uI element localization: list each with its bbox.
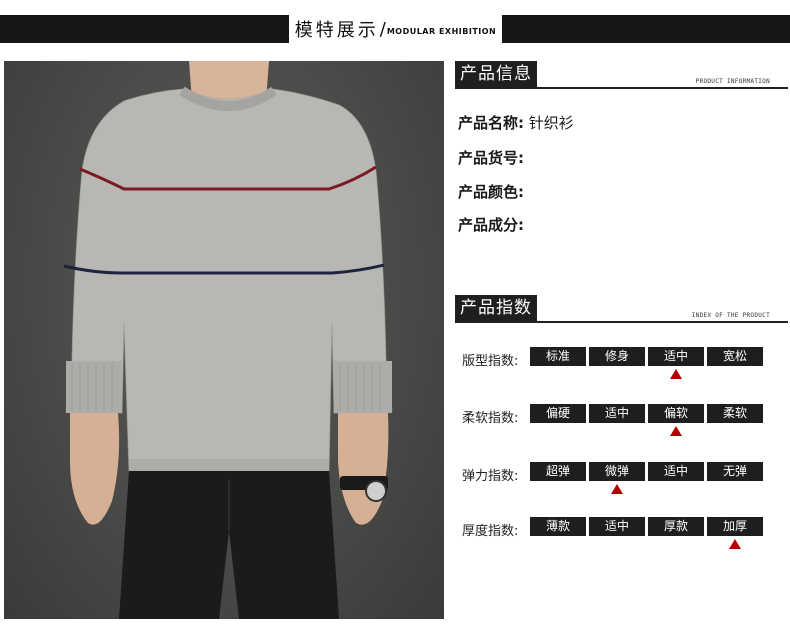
- product-info-header: 产品信息 PRODUCT INFORMATION: [455, 61, 788, 89]
- index-option: 修身: [589, 347, 645, 366]
- banner-title-en: MODULAR EXHIBITION: [386, 26, 497, 36]
- product-info-subtitle: PRODUCT INFORMATION: [695, 78, 770, 85]
- index-option: 标准: [530, 347, 586, 366]
- index-row-softness: 柔软指数: 偏硬 适中 偏软 柔软: [462, 404, 782, 444]
- product-info-divider: [455, 87, 788, 89]
- index-marker-icon: [611, 484, 623, 494]
- index-row-label: 版型指数:: [462, 354, 519, 369]
- index-option: 无弹: [707, 462, 763, 481]
- page-banner: 模特展示 / MODULAR EXHIBITION: [0, 15, 790, 43]
- index-option: 宽松: [707, 347, 763, 366]
- index-row-fit: 版型指数: 标准 修身 适中 宽松: [462, 347, 782, 387]
- info-label: 产品名称:: [458, 114, 524, 132]
- model-photo: [4, 61, 444, 619]
- index-option: 适中: [648, 462, 704, 481]
- info-label: 产品成分:: [458, 216, 524, 234]
- index-row-label: 弹力指数:: [462, 469, 519, 484]
- product-info-title: 产品信息: [455, 61, 537, 88]
- index-row-thickness: 厚度指数: 薄款 适中 厚款 加厚: [462, 517, 782, 557]
- index-option: 适中: [589, 404, 645, 423]
- banner-bar-left: [0, 15, 289, 43]
- index-option: 超弹: [530, 462, 586, 481]
- index-option: 适中: [589, 517, 645, 536]
- product-index-header: 产品指数 INDEX OF THE PRODUCT: [455, 295, 788, 323]
- index-marker-icon: [670, 369, 682, 379]
- banner-title-cn: 模特展示: [294, 20, 379, 41]
- index-row-label: 柔软指数:: [462, 411, 519, 426]
- index-option: 厚款: [648, 517, 704, 536]
- banner-title: 模特展示 / MODULAR EXHIBITION: [289, 15, 502, 43]
- index-option: 薄款: [530, 517, 586, 536]
- product-index-title: 产品指数: [455, 295, 537, 322]
- index-option: 偏硬: [530, 404, 586, 423]
- info-row-composition: 产品成分:: [458, 214, 524, 235]
- product-index-divider: [455, 321, 788, 323]
- banner-bar-right: [502, 15, 790, 43]
- info-row-sku: 产品货号:: [458, 147, 524, 168]
- index-row-elasticity: 弹力指数: 超弹 微弹 适中 无弹: [462, 462, 782, 502]
- index-option: 偏软: [648, 404, 704, 423]
- model-illustration: [63, 61, 393, 619]
- info-label: 产品货号:: [458, 149, 524, 167]
- index-option: 加厚: [707, 517, 763, 536]
- index-option: 适中: [648, 347, 704, 366]
- banner-slash: /: [379, 18, 386, 40]
- index-row-label: 厚度指数:: [462, 524, 519, 539]
- info-row-name: 产品名称: 针织衫: [458, 112, 574, 133]
- info-row-color: 产品颜色:: [458, 181, 524, 202]
- index-marker-icon: [670, 426, 682, 436]
- index-marker-icon: [729, 539, 741, 549]
- info-label: 产品颜色:: [458, 183, 524, 201]
- product-index-subtitle: INDEX OF THE PRODUCT: [691, 312, 770, 319]
- index-option: 柔软: [707, 404, 763, 423]
- index-option: 微弹: [589, 462, 645, 481]
- info-value: 针织衫: [528, 114, 574, 132]
